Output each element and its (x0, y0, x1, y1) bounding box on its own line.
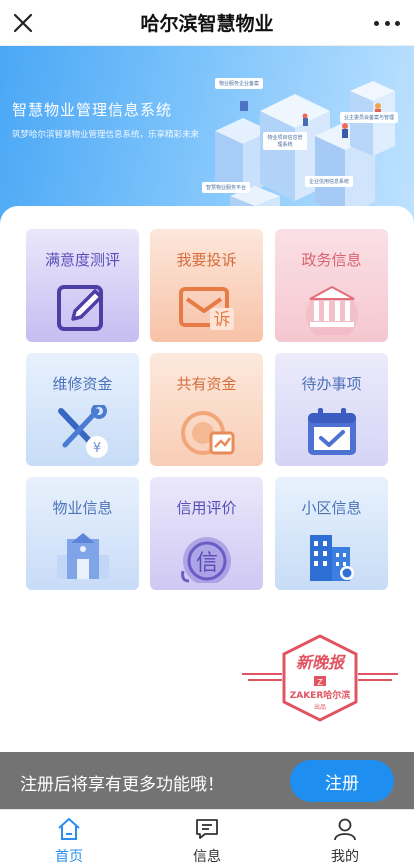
tile-complaint[interactable]: 我要投诉 诉 (150, 229, 263, 342)
banner-tag: 业主委员会备案与管理 (340, 112, 399, 123)
newspaper-stamp-logo: 新晚报 Z ZAKER哈尔滨 出品 (242, 634, 398, 722)
register-prompt-bar: 注册后将享有更多功能哦！ 注册 (0, 752, 414, 809)
shared-funds-icon (181, 411, 235, 455)
tile-label: 我要投诉 (176, 251, 237, 269)
tile-government-info[interactable]: 政务信息 (275, 229, 388, 342)
hero-banner: 智慧物业管理信息系统 筑梦哈尔滨智慧物业管理信息系统，乐享精彩未来 物业服务企业… (0, 46, 414, 231)
yen-char: ¥ (93, 441, 101, 456)
top-bar: 哈尔滨智慧物业 (0, 0, 414, 46)
register-prompt-text: 注册后将享有更多功能哦！ (20, 775, 224, 795)
tile-property-info[interactable]: 物业信息 (26, 477, 139, 590)
credit-char: 信 (196, 551, 218, 576)
register-button[interactable]: 注册 (290, 760, 394, 802)
tile-satisfaction-survey[interactable]: 满意度测评 (26, 229, 139, 342)
nav-item-messages[interactable]: 信息 (138, 810, 276, 866)
residential-buildings-icon (310, 535, 354, 581)
tile-todo[interactable]: 待办事项 (275, 353, 388, 466)
nav-label: 首页 (55, 849, 83, 865)
property-building-icon (57, 533, 109, 579)
complaint-mail-icon: 诉 (179, 287, 234, 330)
tile-shared-funds[interactable]: 共有资金 (150, 353, 263, 466)
nav-item-home[interactable]: 首页 (0, 810, 138, 866)
home-icon (58, 818, 80, 840)
close-icon[interactable] (10, 10, 36, 36)
app-root: 哈尔滨智慧物业 智慧物业管理信息系统 筑梦哈尔滨智慧物业管理信息系统，乐享精彩未… (0, 0, 414, 866)
tile-label: 维修资金 (52, 375, 113, 393)
stamp-badge: Z (317, 678, 323, 687)
calendar-check-icon (308, 408, 356, 455)
tile-credit-evaluation[interactable]: 信用评价 信 (150, 477, 263, 590)
pencil-icon (57, 285, 103, 331)
repair-tools-icon: ¥ (58, 405, 108, 458)
page-title: 哈尔滨智慧物业 (140, 13, 274, 35)
banner-tag: 企业信用信息系统 (305, 176, 354, 187)
tile-label: 待办事项 (301, 375, 362, 393)
nav-label: 我的 (331, 849, 359, 865)
bottom-navigation: 首页 信息 我的 (0, 809, 414, 866)
banner-subtitle: 筑梦哈尔滨智慧物业管理信息系统，乐享精彩未来 (12, 130, 200, 140)
stamp-brand: ZAKER哈尔滨 (290, 689, 351, 701)
stamp-title: 新晚报 (296, 653, 346, 672)
tile-label: 小区信息 (301, 499, 362, 517)
complaint-char: 诉 (214, 310, 231, 330)
stamp-sub: 出品 (314, 703, 326, 711)
tile-label: 信用评价 (176, 499, 237, 517)
message-icon (196, 819, 218, 839)
banner-tag: 智慧物业服务平台 (202, 182, 251, 193)
banner-tag: 物业服务企业备案 (215, 78, 264, 89)
tile-community-info[interactable]: 小区信息 (275, 477, 388, 590)
tile-label: 物业信息 (52, 499, 113, 517)
banner-tag: 物业项目信息管理系统 (263, 132, 307, 150)
nav-label: 信息 (193, 849, 221, 865)
banner-title: 智慧物业管理信息系统 (12, 101, 173, 119)
tile-maintenance-fund[interactable]: 维修资金 ¥ (26, 353, 139, 466)
user-icon (334, 818, 356, 841)
government-building-icon (306, 285, 358, 335)
nav-item-mine[interactable]: 我的 (276, 810, 414, 866)
tile-label: 满意度测评 (44, 251, 120, 269)
credit-icon: 信 (181, 537, 231, 583)
tile-label: 共有资金 (176, 375, 237, 393)
tile-label: 政务信息 (301, 251, 362, 269)
more-options-icon[interactable] (374, 14, 400, 32)
